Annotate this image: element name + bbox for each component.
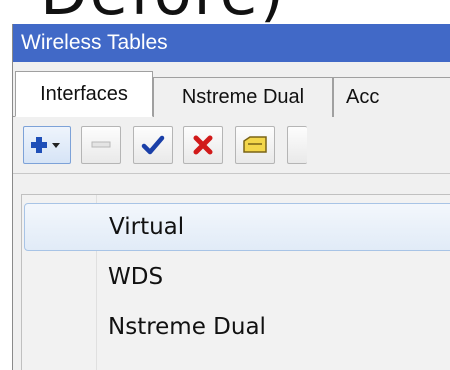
window-title: Wireless Tables: [21, 31, 168, 54]
remove-icon: [91, 141, 111, 148]
tab-access-list[interactable]: Acc: [333, 77, 450, 117]
cropped-header-text: Defore): [0, 0, 450, 24]
menu-item-virtual[interactable]: Virtual: [24, 203, 450, 251]
add-dropdown-menu: Virtual WDS Nstreme Dual: [21, 194, 450, 370]
toolbar: [13, 117, 450, 174]
add-icon: [31, 137, 60, 153]
tab-label: Interfaces: [40, 82, 128, 105]
header-fragment: Defore): [40, 0, 286, 24]
enable-check-icon: [141, 135, 165, 155]
menu-item-label: Nstreme Dual: [108, 314, 266, 340]
tab-label: Nstreme Dual: [181, 86, 305, 108]
wireless-tables-window: Wireless Tables Interfaces Nstreme Dual …: [12, 24, 450, 370]
menu-item-wds[interactable]: WDS: [22, 253, 450, 301]
remove-button[interactable]: [81, 126, 121, 164]
disable-x-icon: [193, 135, 213, 155]
tab-interfaces[interactable]: Interfaces: [15, 71, 153, 117]
filter-button[interactable]: [287, 126, 307, 164]
tab-nstreme-dual[interactable]: Nstreme Dual: [153, 77, 333, 117]
comment-note-icon: [243, 136, 267, 153]
menu-item-label: WDS: [108, 264, 164, 290]
add-button[interactable]: [23, 126, 71, 164]
tab-label: Acc: [346, 86, 380, 108]
window-title-bar[interactable]: Wireless Tables: [13, 24, 450, 62]
menu-item-nstreme-dual[interactable]: Nstreme Dual: [22, 303, 450, 351]
enable-button[interactable]: [133, 126, 173, 164]
disable-button[interactable]: [183, 126, 223, 164]
comment-button[interactable]: [235, 126, 275, 164]
tab-bar: Interfaces Nstreme Dual Acc: [13, 62, 450, 117]
menu-item-label: Virtual: [109, 214, 185, 240]
